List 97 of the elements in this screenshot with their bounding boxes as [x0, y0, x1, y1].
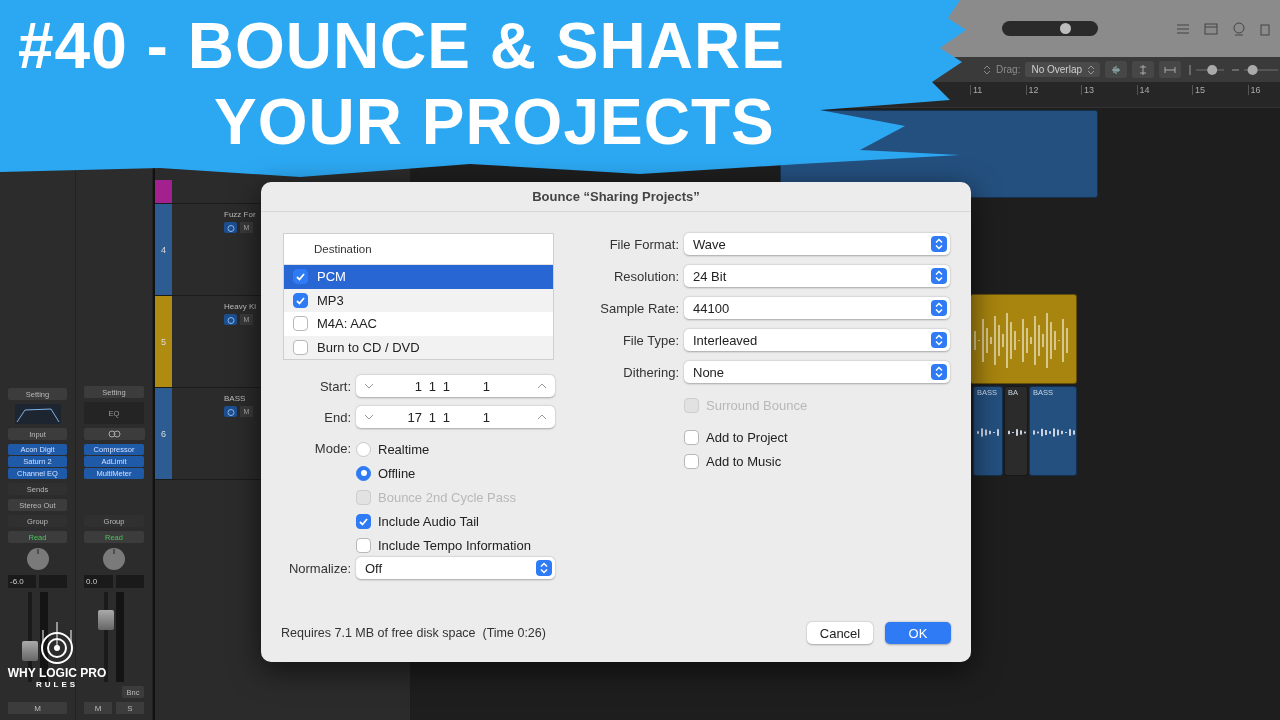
slider-thumb[interactable] — [1059, 23, 1071, 34]
updown-icon[interactable] — [982, 63, 991, 76]
mute-solo-button[interactable]: S — [116, 702, 144, 714]
checkbox[interactable] — [293, 316, 308, 332]
volume-readout: 0.0 — [84, 575, 113, 588]
checkbox[interactable] — [293, 339, 308, 355]
zoom-slider[interactable] — [1002, 21, 1098, 36]
stepper-arrows-icon — [931, 300, 947, 316]
track-number[interactable]: 4 — [155, 204, 172, 295]
bar-number: 11 — [970, 85, 983, 95]
video-title: #40 - BOUNCE & SHARE — [18, 9, 785, 84]
track-number[interactable]: 6 — [155, 388, 172, 479]
vertical-zoom-slider[interactable] — [1186, 63, 1226, 76]
browser-icon[interactable] — [1260, 21, 1270, 36]
chevron-down-icon[interactable] — [364, 413, 374, 421]
mute-solo-button[interactable]: M — [84, 702, 112, 714]
option-label: Realtime — [378, 441, 430, 457]
setting-select[interactable]: 24 Bit — [684, 265, 950, 287]
power-icon[interactable] — [224, 406, 237, 417]
bar-number: 12 — [1025, 85, 1039, 95]
region[interactable] — [970, 294, 1077, 384]
checkbox[interactable] — [293, 269, 308, 285]
slider-thumb[interactable] — [1247, 64, 1258, 75]
chevron-up-icon[interactable] — [537, 413, 547, 421]
stepper-arrows-icon — [931, 364, 947, 380]
drag-label: Drag: — [995, 64, 1021, 75]
normalize-select[interactable]: Off — [356, 557, 555, 579]
field-label: Normalize: — [287, 560, 351, 576]
checkbox[interactable] — [356, 537, 371, 553]
waveform-drawing — [1008, 427, 1026, 437]
horizontal-zoom-slider[interactable] — [1244, 63, 1278, 76]
destination-row[interactable]: Burn to CD / DVD — [284, 335, 553, 359]
field-label: Mode: — [313, 441, 351, 456]
destination-row[interactable]: MP3 — [284, 288, 553, 312]
stretch-tool-icon[interactable] — [1159, 61, 1181, 78]
volume-fader[interactable] — [21, 641, 38, 661]
waveform-drawing — [977, 427, 1001, 437]
field-label: Resolution: — [612, 268, 679, 284]
field-label: File Format: — [608, 236, 679, 252]
pan-knob[interactable] — [25, 547, 50, 571]
radio-button[interactable] — [356, 465, 371, 481]
stepper-arrows-icon — [931, 268, 947, 284]
stepper-arrows-icon — [536, 560, 552, 576]
option-label: Offline — [378, 465, 416, 481]
bar-number: 14 — [1136, 85, 1150, 95]
field-label: End: — [323, 409, 351, 425]
position-stepper[interactable]: 1 1 1 1 — [356, 375, 555, 397]
option-label: Include Tempo Information — [378, 537, 531, 553]
dialog-title: Bounce “Sharing Projects” — [261, 182, 971, 212]
drag-mode-popup[interactable]: No Overlap — [1025, 62, 1100, 77]
field-label: Dithering: — [622, 364, 679, 380]
destination-row[interactable]: PCM — [284, 265, 553, 289]
pan-knob[interactable] — [102, 547, 126, 571]
option-label: Add to Music — [706, 453, 782, 469]
field-label: Sample Rate: — [599, 300, 679, 316]
checkbox[interactable] — [684, 429, 699, 445]
bar-number: 16 — [1247, 85, 1261, 95]
eq-curve-drawing — [14, 404, 61, 424]
checkbox[interactable] — [293, 292, 308, 308]
volume-fader[interactable] — [98, 609, 114, 630]
position-stepper[interactable]: 17 1 1 1 — [356, 406, 555, 428]
bar-number: 13 — [1081, 85, 1094, 95]
checkbox[interactable] — [356, 513, 371, 529]
note-pad-icon[interactable] — [1204, 22, 1218, 35]
volume-readout: -6.0 — [8, 575, 36, 588]
snap-tool-icon[interactable] — [1132, 61, 1154, 78]
stepper-arrows-icon — [931, 236, 947, 252]
ok-button[interactable]: OK — [885, 622, 951, 644]
option-label: Add to Project — [706, 429, 788, 445]
chevron-down-icon[interactable] — [364, 382, 374, 390]
setting-select[interactable]: Wave — [684, 233, 950, 255]
waveform-drawing — [1033, 427, 1075, 437]
slider-thumb[interactable] — [1207, 64, 1218, 75]
radio-button[interactable] — [356, 441, 371, 457]
link-icon[interactable] — [83, 428, 145, 440]
power-icon[interactable] — [224, 222, 237, 233]
brand-text: RULES — [35, 680, 79, 689]
chevron-up-icon[interactable] — [537, 382, 547, 390]
mute-solo-button[interactable]: M — [8, 702, 67, 714]
option-label: Include Audio Tail — [378, 513, 479, 529]
field-label: File Type: — [621, 332, 679, 348]
setting-select[interactable]: Interleaved — [684, 329, 950, 351]
setting-select[interactable]: None — [684, 361, 950, 383]
cancel-button[interactable]: Cancel — [807, 622, 873, 644]
brand-text: WHY LOGIC PRO — [7, 666, 107, 680]
updown-icon — [1088, 64, 1094, 75]
loop-icon[interactable] — [1232, 21, 1246, 36]
stepper-arrows-icon — [931, 332, 947, 348]
waveform-tool-icon[interactable] — [1105, 61, 1127, 78]
field-label: Start: — [318, 378, 351, 394]
checkmark-icon — [295, 271, 306, 283]
checkbox[interactable] — [684, 453, 699, 469]
video-title: YOUR PROJECTS — [214, 85, 775, 160]
power-icon[interactable] — [224, 314, 237, 325]
bar-number: 15 — [1192, 85, 1205, 95]
disk-space-note: Requires 7.1 MB of free disk space (Time 0:26) — [281, 626, 546, 640]
setting-select[interactable]: 44100 — [684, 297, 950, 319]
